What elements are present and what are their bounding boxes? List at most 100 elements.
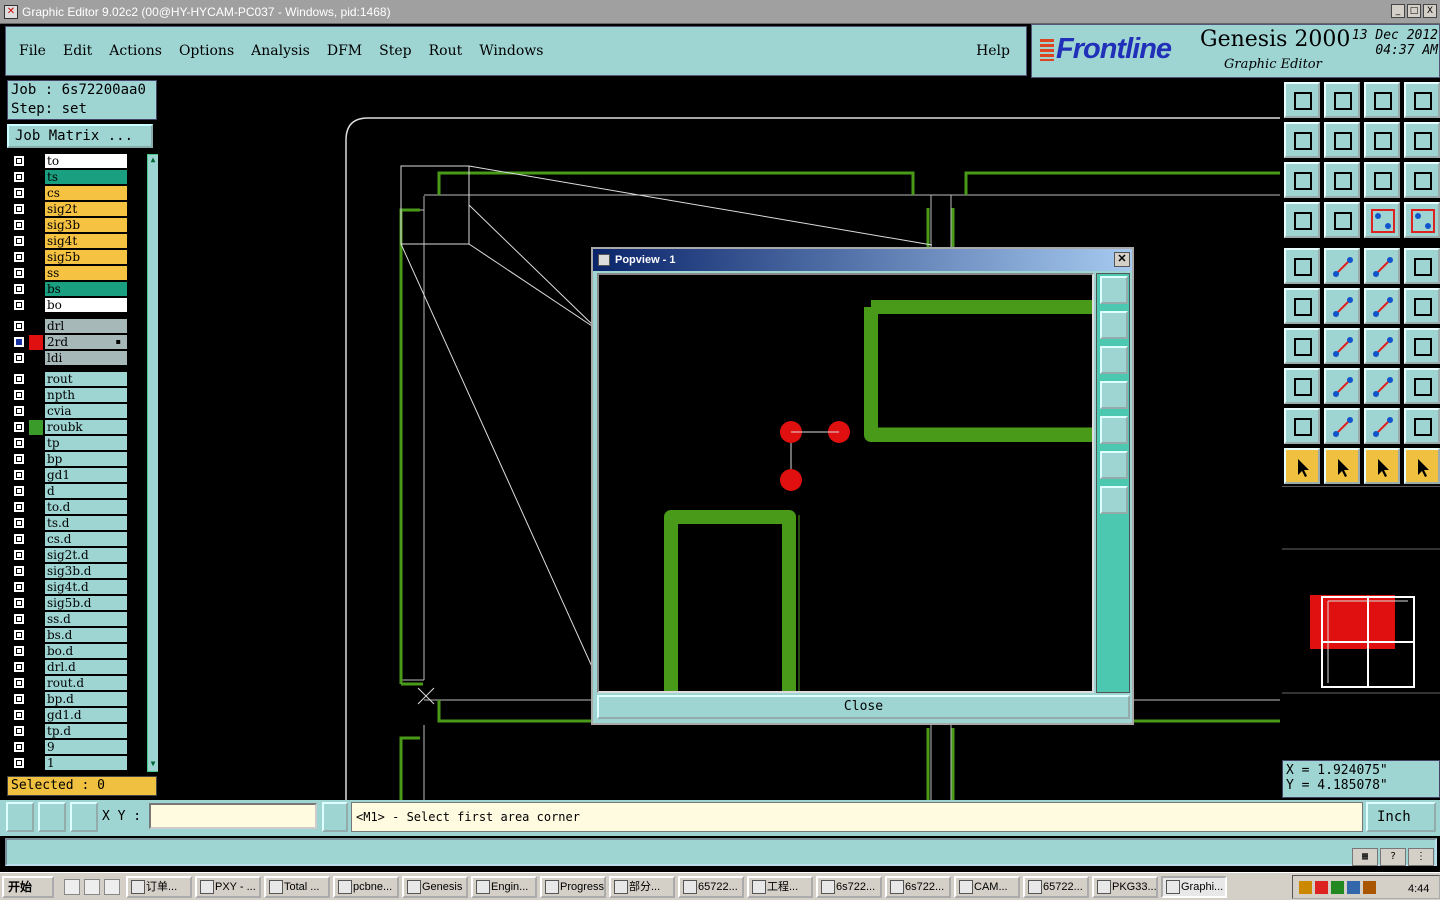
popview-pan-up-icon[interactable] [1100, 311, 1128, 339]
layer-row-tp[interactable]: tp [7, 436, 131, 451]
layer-row-roubk[interactable]: roubk [7, 420, 131, 435]
taskbar-button[interactable]: Genesis [402, 875, 468, 898]
layer-name[interactable]: roubk [45, 420, 127, 434]
layer-name[interactable]: sig4t.d [45, 580, 127, 594]
layer-row-cs[interactable]: cs [7, 186, 131, 201]
line-icon[interactable] [1284, 328, 1320, 364]
layer-row-sig5b-d[interactable]: sig5b.d [7, 596, 131, 611]
arc-icon[interactable] [1364, 328, 1400, 364]
slash-icon[interactable] [1324, 328, 1360, 364]
taskbar-button[interactable]: 工程... [747, 875, 813, 898]
layer-name[interactable]: 1 [45, 756, 127, 770]
menu-analysis[interactable]: Analysis [251, 43, 310, 59]
layer-row-gd1[interactable]: gd1 [7, 468, 131, 483]
layer-checkbox[interactable] [13, 219, 25, 231]
layer-checkbox[interactable] [13, 581, 25, 593]
close-window-button[interactable]: X [1423, 4, 1437, 18]
pan-down-icon[interactable] [1324, 82, 1360, 118]
zoom-back-icon[interactable] [1364, 122, 1400, 158]
layer-name[interactable]: bo [45, 298, 127, 312]
layer-row-drl[interactable]: drl [7, 319, 131, 334]
layer-name[interactable]: ts.d [45, 516, 127, 530]
layer-tool-2-icon[interactable] [1404, 202, 1440, 238]
tray-app-icon[interactable] [1363, 880, 1376, 894]
taskbar-button[interactable]: 6s722... [816, 875, 882, 898]
layer-name[interactable]: sig4t [45, 234, 127, 248]
measure-tool-icon[interactable] [1364, 368, 1400, 404]
pan-up-icon[interactable] [1284, 82, 1320, 118]
layer-name[interactable]: bp [45, 452, 127, 466]
layer-name[interactable]: bo.d [45, 644, 127, 658]
one-to-one-icon[interactable] [1364, 162, 1400, 198]
delete-icon[interactable] [1324, 288, 1360, 324]
popview-pan-right-icon[interactable] [1100, 416, 1128, 444]
move-point-icon[interactable] [1364, 288, 1400, 324]
layer-name[interactable]: cvia [45, 404, 127, 418]
taskbar-button[interactable]: Total ... [264, 875, 330, 898]
taskbar-button[interactable]: CAM... [954, 875, 1020, 898]
layer-name[interactable]: bs [45, 282, 127, 296]
layer-checkbox[interactable] [13, 597, 25, 609]
menu-rout[interactable]: Rout [429, 43, 463, 59]
layer-name[interactable]: sig2t [45, 202, 127, 216]
taskbar-button[interactable]: Engin... [471, 875, 537, 898]
tray-app-icon[interactable] [1299, 880, 1312, 894]
layer-checkbox[interactable] [13, 336, 25, 348]
tray-app-icon[interactable] [1315, 880, 1328, 894]
overview-map[interactable] [1282, 486, 1440, 750]
layer-checkbox[interactable] [13, 741, 25, 753]
angle-base-icon[interactable] [1404, 408, 1440, 444]
options-icon[interactable]: ⋮ [1408, 848, 1434, 866]
layer-row-bo-d[interactable]: bo.d [7, 644, 131, 659]
redraw-icon[interactable] [1404, 122, 1440, 158]
layer-row-gd1-d[interactable]: gd1.d [7, 708, 131, 723]
maximize-button[interactable]: □ [1407, 4, 1421, 18]
minus-icon[interactable] [1324, 368, 1360, 404]
menu-dfm[interactable]: DFM [327, 43, 362, 59]
layer-checkbox[interactable] [13, 693, 25, 705]
layer-row-bp[interactable]: bp [7, 452, 131, 467]
snap-icon[interactable] [6, 802, 34, 832]
layer-checkbox[interactable] [13, 203, 25, 215]
layer-name[interactable]: sig5b [45, 250, 127, 264]
keyboard-icon[interactable]: ▦ [1352, 848, 1378, 866]
measure-icon[interactable] [38, 802, 66, 832]
properties-icon[interactable] [1284, 202, 1320, 238]
layer-name[interactable]: gd1 [45, 468, 127, 482]
layer-row-2rd[interactable]: 2rd ▪ [7, 335, 131, 350]
layer-row-bs[interactable]: bs [7, 282, 131, 297]
taskbar-button[interactable]: PKG33... [1092, 875, 1158, 898]
layer-name[interactable]: sig2t.d [45, 548, 127, 562]
layer-name[interactable]: to.d [45, 500, 127, 514]
scroll-down-icon[interactable]: ▼ [148, 759, 158, 771]
taskbar-button[interactable]: 部分... [609, 875, 675, 898]
layer-name[interactable]: ldi [45, 351, 127, 365]
layer-checkbox[interactable] [13, 187, 25, 199]
angle-up-icon[interactable] [1364, 408, 1400, 444]
taskbar-button[interactable]: pcbne... [333, 875, 399, 898]
menu-help[interactable]: Help [976, 43, 1010, 59]
help-tool-icon[interactable] [1404, 162, 1440, 198]
pan-left-icon[interactable] [1284, 122, 1320, 158]
select-3-icon[interactable] [1364, 448, 1400, 484]
layer-checkbox[interactable] [13, 677, 25, 689]
layer-name[interactable]: rout [45, 372, 127, 386]
ie-icon[interactable] [64, 878, 80, 895]
layer-name[interactable]: cs [45, 186, 127, 200]
taskbar-button[interactable]: Progress [540, 875, 606, 898]
layer-checkbox[interactable] [13, 549, 25, 561]
taskbar-button[interactable]: Graphi... [1161, 875, 1227, 898]
job-matrix-button[interactable]: Job Matrix ... [7, 124, 153, 148]
layer-row-sig3b-d[interactable]: sig3b.d [7, 564, 131, 579]
ruler-icon[interactable] [1364, 248, 1400, 284]
layer-checkbox[interactable] [13, 267, 25, 279]
layer-name[interactable]: tp.d [45, 724, 127, 738]
pad-icon[interactable] [1284, 248, 1320, 284]
layer-name[interactable]: bp.d [45, 692, 127, 706]
layer-name[interactable]: sig3b.d [45, 564, 127, 578]
layer-row-bo[interactable]: bo [7, 298, 131, 313]
layer-row-drl-d[interactable]: drl.d [7, 660, 131, 675]
layer-row-sig3b[interactable]: sig3b [7, 218, 131, 233]
layer-name[interactable]: drl.d [45, 660, 127, 674]
taskbar-button[interactable]: 6s722... [885, 875, 951, 898]
